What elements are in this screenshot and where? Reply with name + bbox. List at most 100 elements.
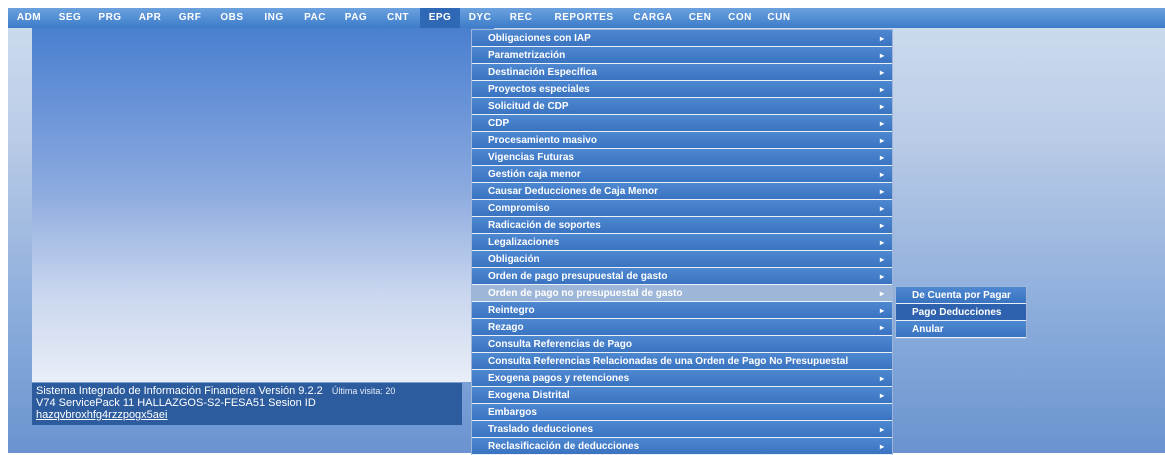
top-menu-item-dyc[interactable]: DYC xyxy=(460,8,500,28)
menu-item[interactable]: CDP ▸ xyxy=(472,115,892,132)
menu-item[interactable]: Embargos xyxy=(472,404,892,421)
submenu-arrow-icon: ▸ xyxy=(879,119,884,128)
menu-item-label: Traslado deducciones xyxy=(488,424,594,435)
menu-item-label: Radicación de soportes xyxy=(488,220,601,231)
top-menu-item-con[interactable]: CON xyxy=(720,8,760,28)
menu-item-label: Obligación xyxy=(488,254,540,265)
menu-item[interactable]: Traslado deducciones ▸ xyxy=(472,421,892,438)
top-menu-bar: ADM SEG PRG APR GRF OBS ING PAC PAG CNT EPG DYC REC R… xyxy=(8,8,1165,28)
menu-item-label: Compromiso xyxy=(488,203,550,214)
session-id-link[interactable]: hazqvbroxhfg4rzzpogx5aei xyxy=(32,409,462,421)
menu-item-label: Obligaciones con IAP xyxy=(488,33,591,44)
menu-item[interactable]: Obligaciones con IAP ▸ xyxy=(472,30,892,47)
top-menu-item-carga[interactable]: CARGA xyxy=(626,8,680,28)
menu-item[interactable]: Orden de pago presupuestal de gasto ▸ xyxy=(472,268,892,285)
top-menu-item-apr[interactable]: APR xyxy=(130,8,170,28)
top-menu-item-prg[interactable]: PRG xyxy=(90,8,130,28)
submenu-arrow-icon: ▸ xyxy=(879,153,884,162)
menu-item[interactable]: Parametrización ▸ xyxy=(472,47,892,64)
menu-item-label: Procesamiento masivo xyxy=(488,135,597,146)
submenu-arrow-icon: ▸ xyxy=(879,68,884,77)
submenu-arrow-icon: ▸ xyxy=(879,374,884,383)
menu-item-label: Causar Deducciones de Caja Menor xyxy=(488,186,659,197)
last-visit-text: Última visita: 20 xyxy=(331,386,396,396)
submenu-item[interactable]: Pago Deducciones xyxy=(896,304,1026,321)
menu-item-label: Exogena pagos y retenciones xyxy=(488,373,630,384)
top-menu-item-reportes[interactable]: REPORTES xyxy=(542,8,626,28)
submenu-arrow-icon: ▸ xyxy=(879,272,884,281)
top-menu-item-cnt[interactable]: CNT xyxy=(376,8,420,28)
menu-item-label: Consulta Referencias Relacionadas de una… xyxy=(488,356,849,367)
main-content-panel xyxy=(32,28,494,382)
submenu-item[interactable]: Anular xyxy=(896,321,1026,338)
menu-item-label: Proyectos especiales xyxy=(488,84,590,95)
top-menu-item-rec[interactable]: REC xyxy=(500,8,542,28)
menu-item[interactable]: Proyectos especiales ▸ xyxy=(472,81,892,98)
menu-item[interactable]: Exogena pagos y retenciones ▸ xyxy=(472,370,892,387)
top-menu-item-pac[interactable]: PAC xyxy=(294,8,336,28)
top-menu-item-epg[interactable]: EPG xyxy=(420,8,460,28)
submenu-arrow-icon: ▸ xyxy=(879,391,884,400)
menu-item-label: CDP xyxy=(488,118,510,129)
menu-item[interactable]: Destinación Específica ▸ xyxy=(472,64,892,81)
menu-item-label: Exogena Distrital xyxy=(488,390,570,401)
menu-item-label: Destinación Específica xyxy=(488,67,597,78)
submenu-arrow-icon: ▸ xyxy=(879,170,884,179)
submenu-arrow-icon: ▸ xyxy=(879,425,884,434)
menu-item[interactable]: Consulta Referencias de Pago xyxy=(472,336,892,353)
submenu-arrow-icon: ▸ xyxy=(879,255,884,264)
system-version-text: Sistema Integrado de Información Financi… xyxy=(36,385,323,397)
menu-item[interactable]: Obligación ▸ xyxy=(472,251,892,268)
menu-item-label: Consulta Referencias de Pago xyxy=(488,339,632,350)
footer-info: Sistema Integrado de Información Financi… xyxy=(32,383,462,425)
menu-item-label: Reintegro xyxy=(488,305,535,316)
menu-item-label: Embargos xyxy=(488,407,537,418)
menu-item[interactable]: Procesamiento masivo ▸ xyxy=(472,132,892,149)
menu-item-label: Rezago xyxy=(488,322,524,333)
menu-item[interactable]: Legalizaciones ▸ xyxy=(472,234,892,251)
menu-item[interactable]: Solicitud de CDP ▸ xyxy=(472,98,892,115)
menu-item[interactable]: Compromiso ▸ xyxy=(472,200,892,217)
service-pack-text: V74 ServicePack 11 HALLAZGOS-S2-FESA51 S… xyxy=(36,397,316,409)
menu-item[interactable]: Gestión caja menor ▸ xyxy=(472,166,892,183)
menu-item[interactable]: Reclasificación de deducciones ▸ xyxy=(472,438,892,455)
submenu-arrow-icon: ▸ xyxy=(879,102,884,111)
menu-item-label: Vigencias Futuras xyxy=(488,152,574,163)
epg-dropdown-menu: Obligaciones con IAP ▸ Parametrización ▸ Des… xyxy=(471,29,893,455)
menu-item[interactable]: Radicación de soportes ▸ xyxy=(472,217,892,234)
submenu-arrow-icon: ▸ xyxy=(879,187,884,196)
menu-item[interactable]: Orden de pago no presupuestal de gasto ▸ xyxy=(472,285,892,302)
submenu-arrow-icon: ▸ xyxy=(879,136,884,145)
orden-pago-no-presupuestal-submenu: De Cuenta por Pagar Pago Deducciones Anula… xyxy=(895,286,1027,339)
menu-item-label: Orden de pago presupuestal de gasto xyxy=(488,271,668,282)
top-menu-item-seg[interactable]: SEG xyxy=(50,8,90,28)
submenu-arrow-icon: ▸ xyxy=(879,51,884,60)
top-menu-item-obs[interactable]: OBS xyxy=(210,8,254,28)
submenu-arrow-icon: ▸ xyxy=(879,238,884,247)
menu-item[interactable]: Vigencias Futuras ▸ xyxy=(472,149,892,166)
menu-item[interactable]: Causar Deducciones de Caja Menor ▸ xyxy=(472,183,892,200)
top-menu-item-adm[interactable]: ADM xyxy=(8,8,50,28)
submenu-arrow-icon: ▸ xyxy=(879,85,884,94)
menu-item-label: Legalizaciones xyxy=(488,237,560,248)
top-menu-item-grf[interactable]: GRF xyxy=(170,8,210,28)
submenu-arrow-icon: ▸ xyxy=(879,323,884,332)
menu-item-label: Reclasificación de deducciones xyxy=(488,441,640,452)
menu-item[interactable]: Consulta Referencias Relacionadas de una… xyxy=(472,353,892,370)
top-menu-item-pag[interactable]: PAG xyxy=(336,8,376,28)
submenu-arrow-icon: ▸ xyxy=(879,204,884,213)
submenu-arrow-icon: ▸ xyxy=(879,442,884,451)
top-menu-item-cun[interactable]: CUN xyxy=(760,8,798,28)
submenu-arrow-icon: ▸ xyxy=(879,306,884,315)
footer-line-1: Sistema Integrado de Información Financi… xyxy=(32,383,462,397)
menu-item-label: Orden de pago no presupuestal de gasto xyxy=(488,288,683,299)
submenu-arrow-icon: ▸ xyxy=(879,221,884,230)
submenu-item[interactable]: De Cuenta por Pagar xyxy=(896,287,1026,304)
menu-item[interactable]: Reintegro ▸ xyxy=(472,302,892,319)
menu-item[interactable]: Exogena Distrital ▸ xyxy=(472,387,892,404)
submenu-arrow-icon: ▸ xyxy=(879,289,884,298)
menu-item[interactable]: Rezago ▸ xyxy=(472,319,892,336)
top-menu-item-cen[interactable]: CEN xyxy=(680,8,720,28)
top-menu-item-ing[interactable]: ING xyxy=(254,8,294,28)
menu-item-label: Parametrización xyxy=(488,50,566,61)
